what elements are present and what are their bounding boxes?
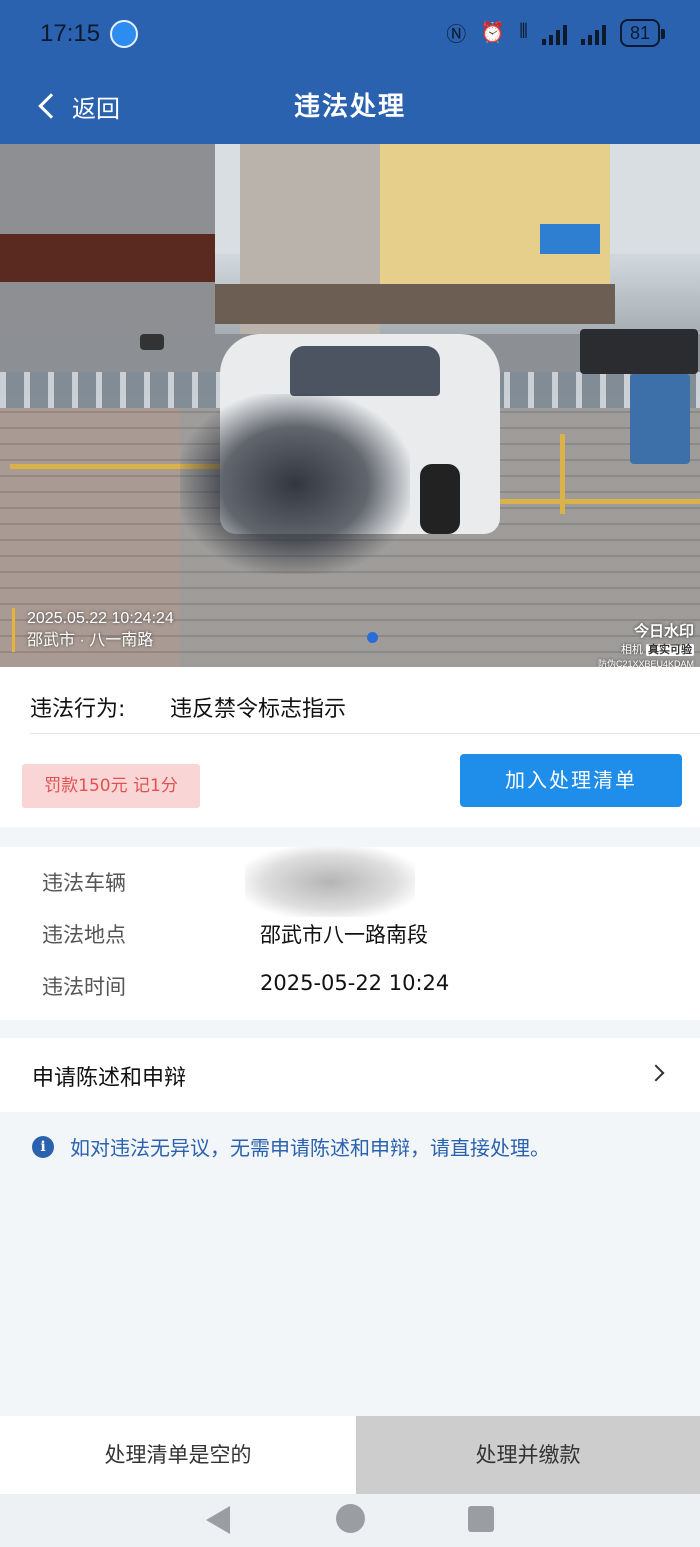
process-and-pay-button[interactable]: 处理并缴款 [356,1416,700,1494]
nav-bar: 返回 违法处理 [0,70,700,144]
vibrate-icon: ⦀ [519,21,528,43]
detail-value: 2025-05-22 10:24 [260,971,450,995]
penalty-badge: 罚款150元 记1分 [22,764,200,808]
photo-scooter [140,334,164,350]
photo-timestamp: 2025.05.22 10:24:24 邵武市 · 八一南路 [12,608,174,652]
info-notice: i 如对违法无异议，无需申请陈述和申辩，请直接处理。 [32,1132,550,1161]
add-to-list-button[interactable]: 加入处理清单 [460,754,682,807]
back-icon[interactable] [206,1506,230,1534]
detail-label: 违法地点 [42,923,126,947]
divider [30,733,700,734]
info-text: 如对违法无异议，无需申请陈述和申辩，请直接处理。 [70,1136,550,1160]
photo-building [0,144,215,364]
detail-row-vehicle: 违法车辆 [0,847,700,917]
status-time: 17:15 [40,20,101,47]
watermark-title: 今日水印 [633,623,694,640]
photo-building [380,144,610,304]
detail-label: 违法车辆 [42,871,126,895]
evidence-photo[interactable]: 2025.05.22 10:24:24 邵武市 · 八一南路 今日水印 相机 真… [0,144,700,667]
page-title: 违法处理 [293,92,406,122]
carousel-indicator [367,632,378,643]
alarm-icon: ⏰ [480,22,506,44]
photo-scooter [630,374,690,464]
appeal-label: 申请陈述和申辩 [32,1066,187,1091]
signal-icon [541,21,567,45]
detail-label: 违法时间 [42,975,126,999]
status-bar: 17:15 Ⓝ ⏰ ⦀ 81 [0,0,700,70]
status-icons: Ⓝ ⏰ ⦀ 81 [446,18,666,47]
violation-behavior-value: 违反禁令标志指示 [170,697,347,722]
vehicle-plate-redaction [245,847,415,917]
home-icon[interactable] [336,1504,365,1533]
bottom-action-bar: 处理清单是空的 处理并缴款 [0,1416,700,1494]
list-status: 处理清单是空的 [0,1416,356,1494]
detail-row-location: 违法地点 邵武市八一路南段 [0,913,700,949]
photo-shopfront [215,284,615,324]
violation-summary: 违法行为: 违反禁令标志指示 罚款150元 记1分 加入处理清单 [0,667,700,827]
system-nav-bar [0,1494,700,1547]
message-icon [110,20,138,48]
detail-value: 邵武市八一路南段 [260,923,428,947]
photo-pickup-truck [580,329,698,374]
info-icon: i [32,1135,54,1158]
chevron-right-icon [647,1064,665,1082]
watermark-code: 防伪C21XXBEU4KDAM [597,659,694,667]
photo-datetime: 2025.05.22 10:24:24 [27,610,174,627]
violation-details: 违法车辆 违法地点 邵武市八一路南段 违法时间 2025-05-22 10:24 [0,847,700,1020]
appeal-row[interactable]: 申请陈述和申辩 [0,1038,700,1112]
detail-row-time: 违法时间 2025-05-22 10:24 [0,965,700,1001]
battery-icon: 81 [619,18,666,47]
nfc-icon: Ⓝ [446,24,467,46]
photo-parking-line [560,434,565,514]
violation-behavior-label: 违法行为: [30,697,126,722]
watermark: 今日水印 相机 真实可验 防伪C21XXBEU4KDAM [598,620,694,667]
plate-redaction [180,394,410,574]
watermark-subtitle: 相机 真实可验 [620,644,694,656]
signal-icon [580,21,606,45]
recents-icon[interactable] [468,1506,494,1532]
photo-location: 邵武市 · 八一南路 [27,632,154,649]
